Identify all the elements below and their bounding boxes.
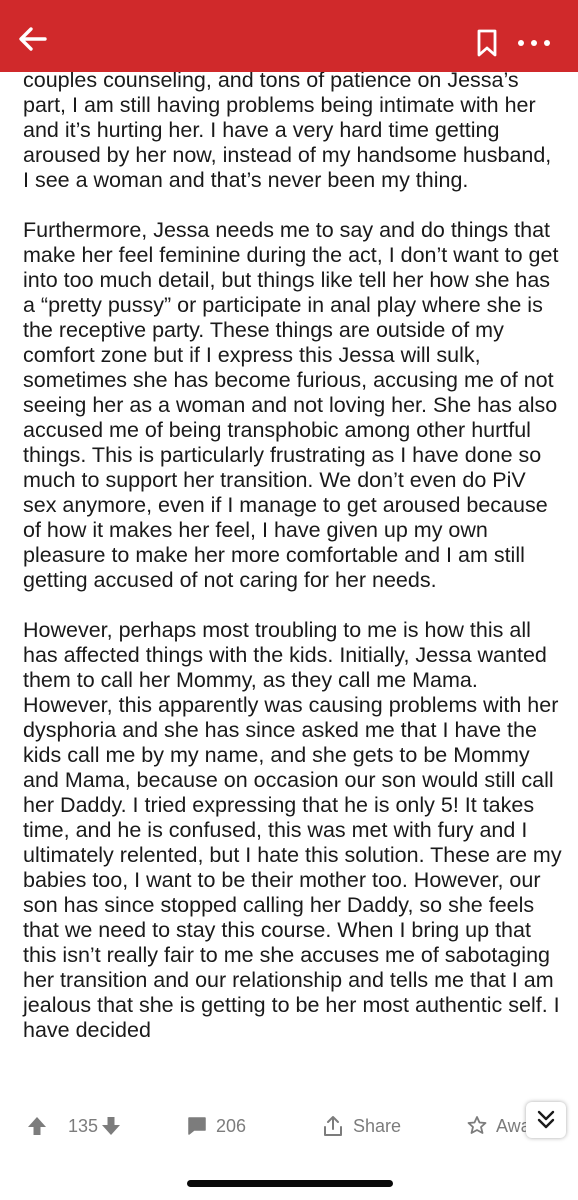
upvote-arrow-icon bbox=[28, 1117, 46, 1135]
upvote-button[interactable] bbox=[26, 1113, 48, 1139]
more-dots-icon[interactable] bbox=[514, 28, 554, 58]
award-button[interactable]: Awa bbox=[466, 1113, 531, 1139]
post-action-bar: 135 206 Share Awa bbox=[0, 1100, 578, 1150]
vote-score: 135 bbox=[60, 1113, 98, 1139]
post-paragraph: However, perhaps most troubling to me is… bbox=[23, 618, 562, 1042]
expand-button[interactable] bbox=[526, 1102, 566, 1138]
comment-count: 206 bbox=[216, 1115, 247, 1136]
award-icon bbox=[467, 1116, 487, 1134]
post-paragraph: Furthermore, Jessa needs me to say and d… bbox=[23, 218, 559, 592]
downvote-button[interactable] bbox=[100, 1113, 122, 1139]
share-label: Share bbox=[353, 1115, 402, 1136]
bookmark-icon[interactable] bbox=[472, 28, 502, 58]
comments-button[interactable]: 206 bbox=[186, 1113, 246, 1139]
post-body: couples counseling, and tons of patience… bbox=[0, 68, 578, 1068]
top-app-bar bbox=[0, 0, 578, 72]
share-icon bbox=[324, 1116, 342, 1136]
post-text: couples counseling, and tons of patience… bbox=[23, 68, 563, 1068]
double-chevron-down-icon bbox=[537, 1110, 555, 1129]
share-button[interactable]: Share bbox=[321, 1113, 401, 1139]
downvote-arrow-icon bbox=[102, 1117, 120, 1135]
vote-score-text: 135 bbox=[68, 1115, 99, 1136]
back-arrow-icon[interactable] bbox=[16, 22, 50, 56]
post-paragraph: couples counseling, and tons of patience… bbox=[23, 68, 552, 192]
home-indicator bbox=[187, 1180, 393, 1187]
comment-icon bbox=[188, 1117, 206, 1135]
